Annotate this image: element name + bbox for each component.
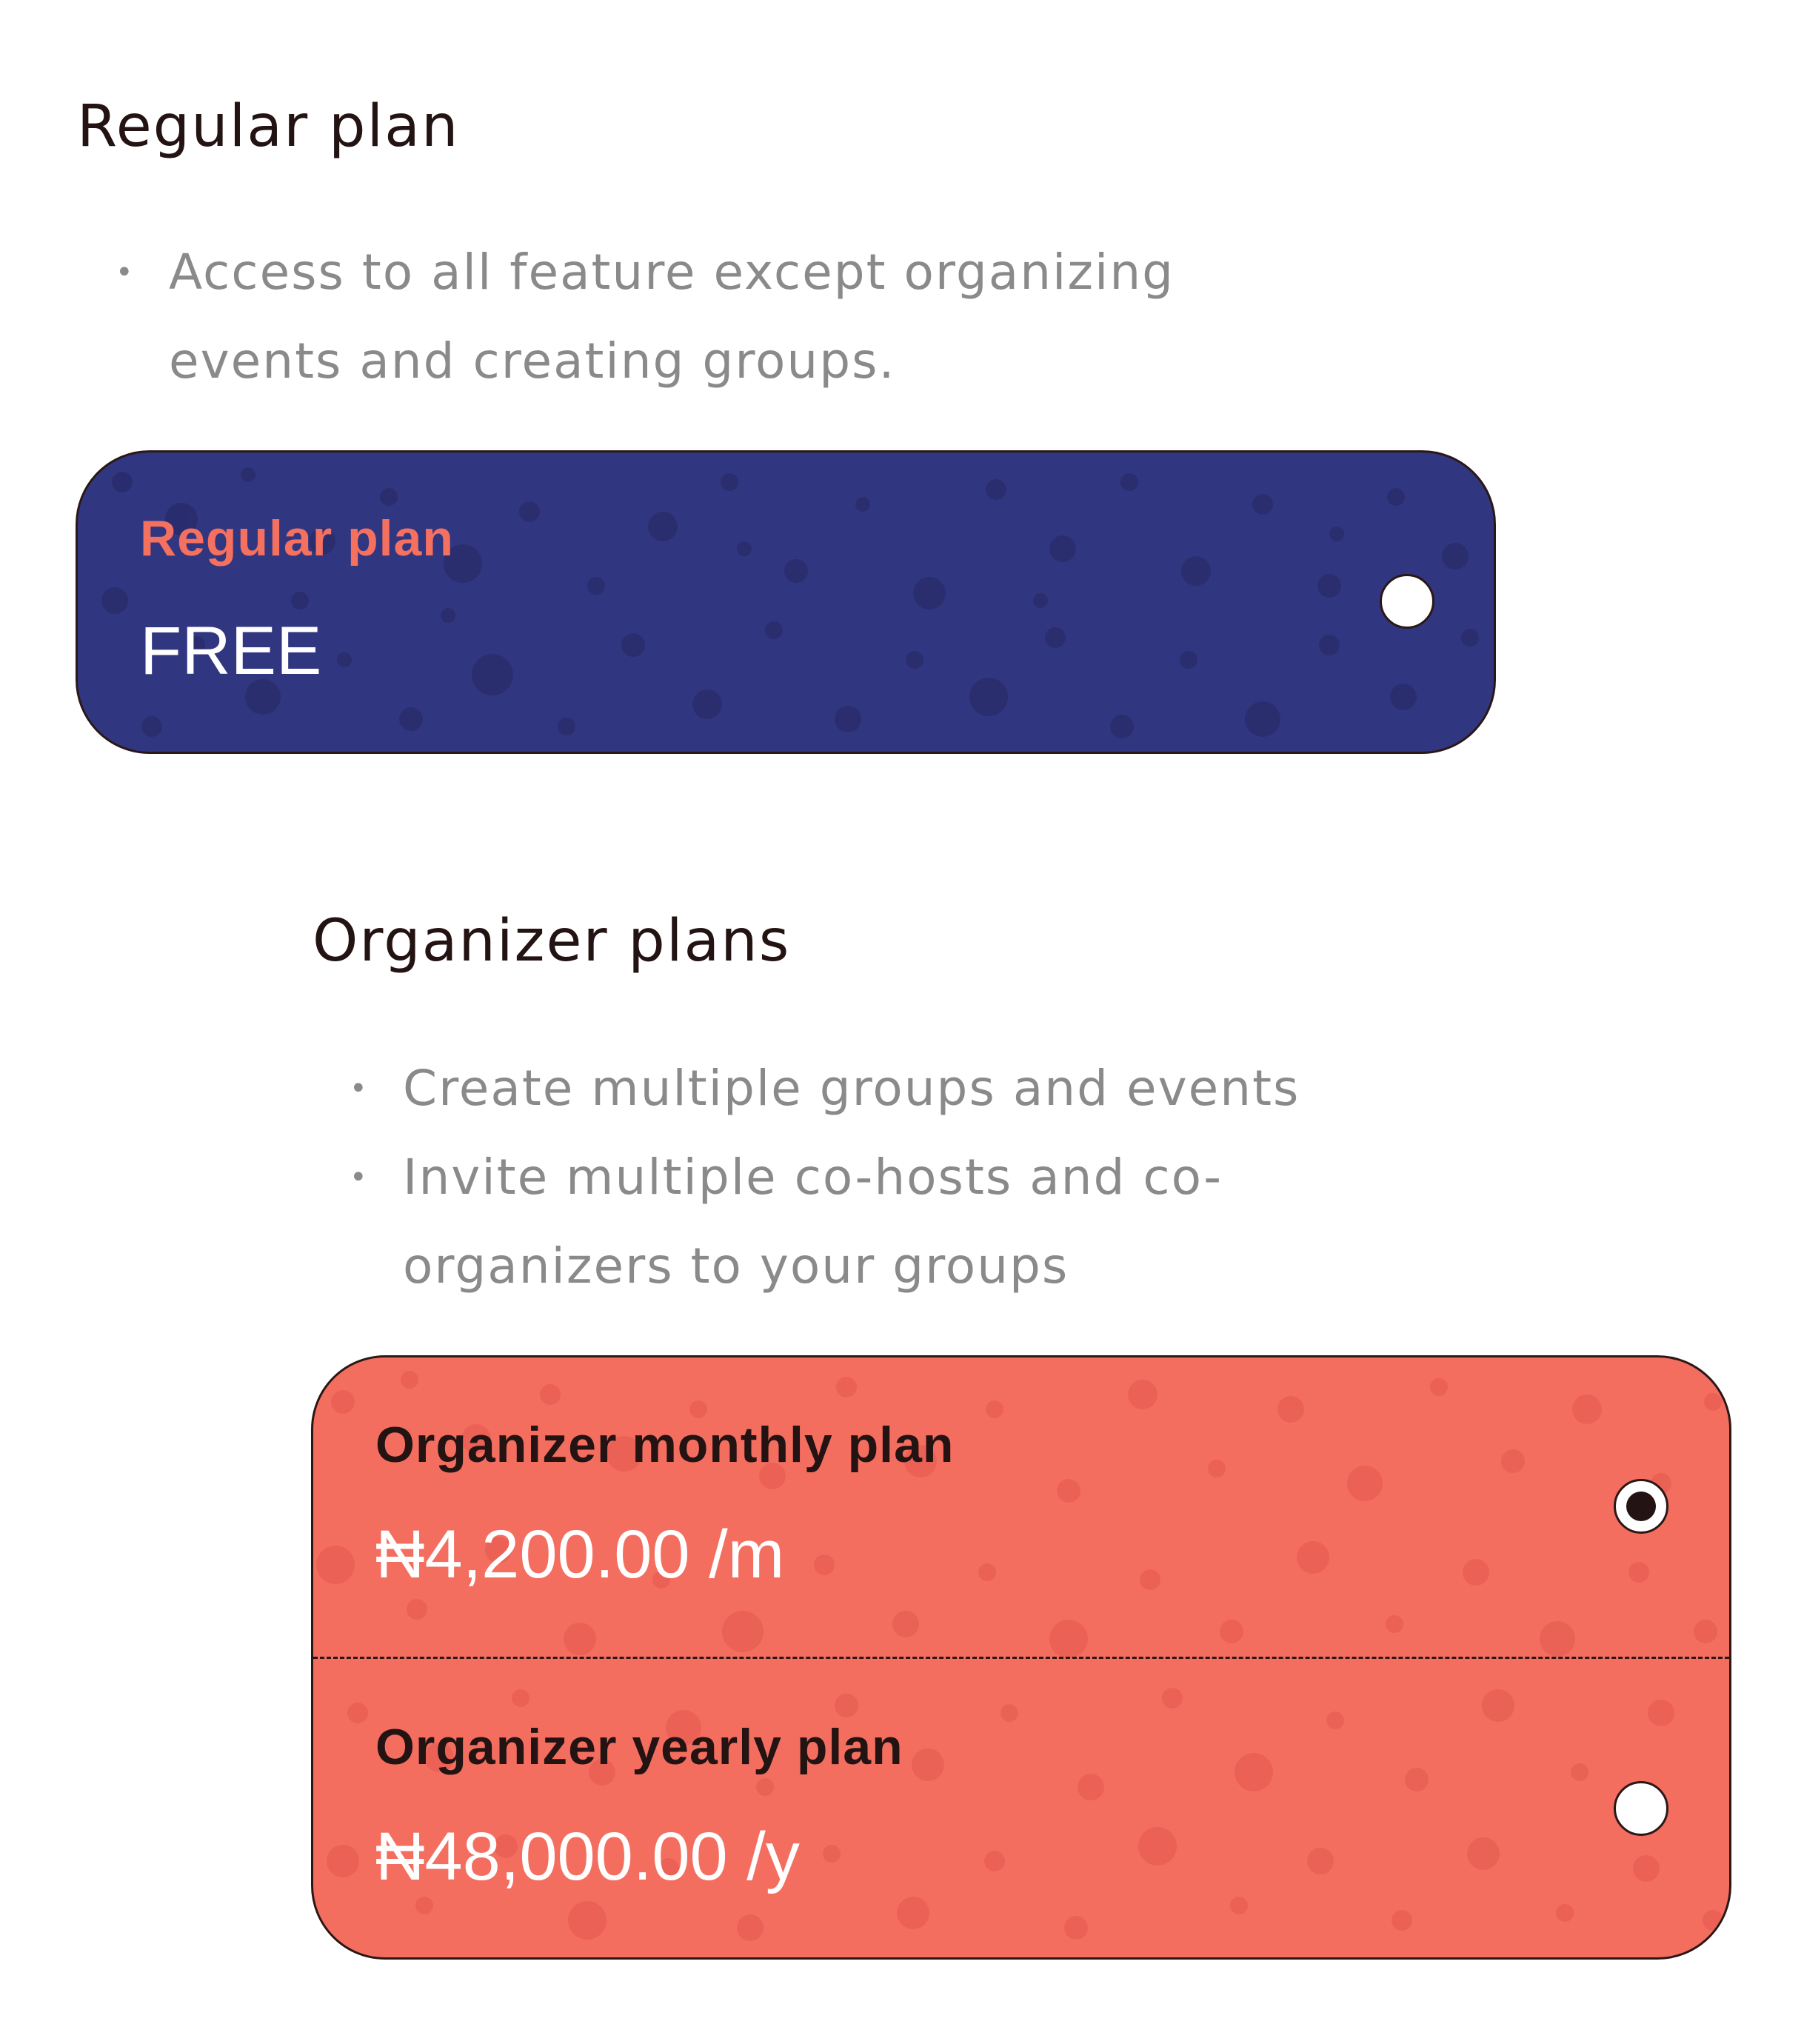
feature-text: Invite multiple co-hosts and co-organize…: [403, 1149, 1223, 1295]
organizer-plans-card: Organizer monthly plan ₦4,200.00 /m Orga…: [311, 1355, 1731, 1960]
organizer-plans-heading: Organizer plans: [313, 908, 791, 975]
feature-item: • Create multiple groups and events: [311, 1044, 1451, 1133]
feature-item: • Access to all feature except organizin…: [77, 228, 1306, 406]
plan-radio-button[interactable]: [1614, 1781, 1668, 1836]
plan-option-yearly[interactable]: Organizer yearly plan ₦48,000.00 /y: [313, 1660, 1729, 1957]
dashed-divider: [313, 1657, 1729, 1659]
radio-selected-dot: [1626, 1492, 1656, 1521]
plan-name: Regular plan: [140, 510, 454, 567]
regular-plan-features: • Access to all feature except organizin…: [77, 228, 1306, 406]
bullet-icon: •: [116, 256, 135, 290]
regular-plan-card[interactable]: Regular plan FREE: [76, 450, 1496, 754]
plan-price: FREE: [140, 613, 322, 689]
plan-radio-button-selected[interactable]: [1614, 1479, 1668, 1534]
bullet-icon: •: [350, 1160, 369, 1195]
feature-text: Access to all feature except organizing …: [169, 244, 1175, 390]
plan-name: Organizer yearly plan: [375, 1719, 903, 1775]
plan-price: ₦4,200.00 /m: [375, 1517, 785, 1592]
plan-price: ₦48,000.00 /y: [375, 1819, 800, 1894]
feature-text: Create multiple groups and events: [403, 1060, 1300, 1117]
plan-name: Organizer monthly plan: [375, 1417, 955, 1473]
card-pattern: [101, 467, 1479, 738]
regular-plan-heading: Regular plan: [77, 93, 460, 160]
plan-radio-button[interactable]: [1380, 574, 1434, 629]
organizer-plans-features: • Create multiple groups and events • In…: [311, 1044, 1451, 1311]
feature-item: • Invite multiple co-hosts and co-organi…: [311, 1133, 1451, 1311]
bullet-icon: •: [350, 1072, 369, 1106]
plan-option-monthly[interactable]: Organizer monthly plan ₦4,200.00 /m: [313, 1357, 1729, 1660]
